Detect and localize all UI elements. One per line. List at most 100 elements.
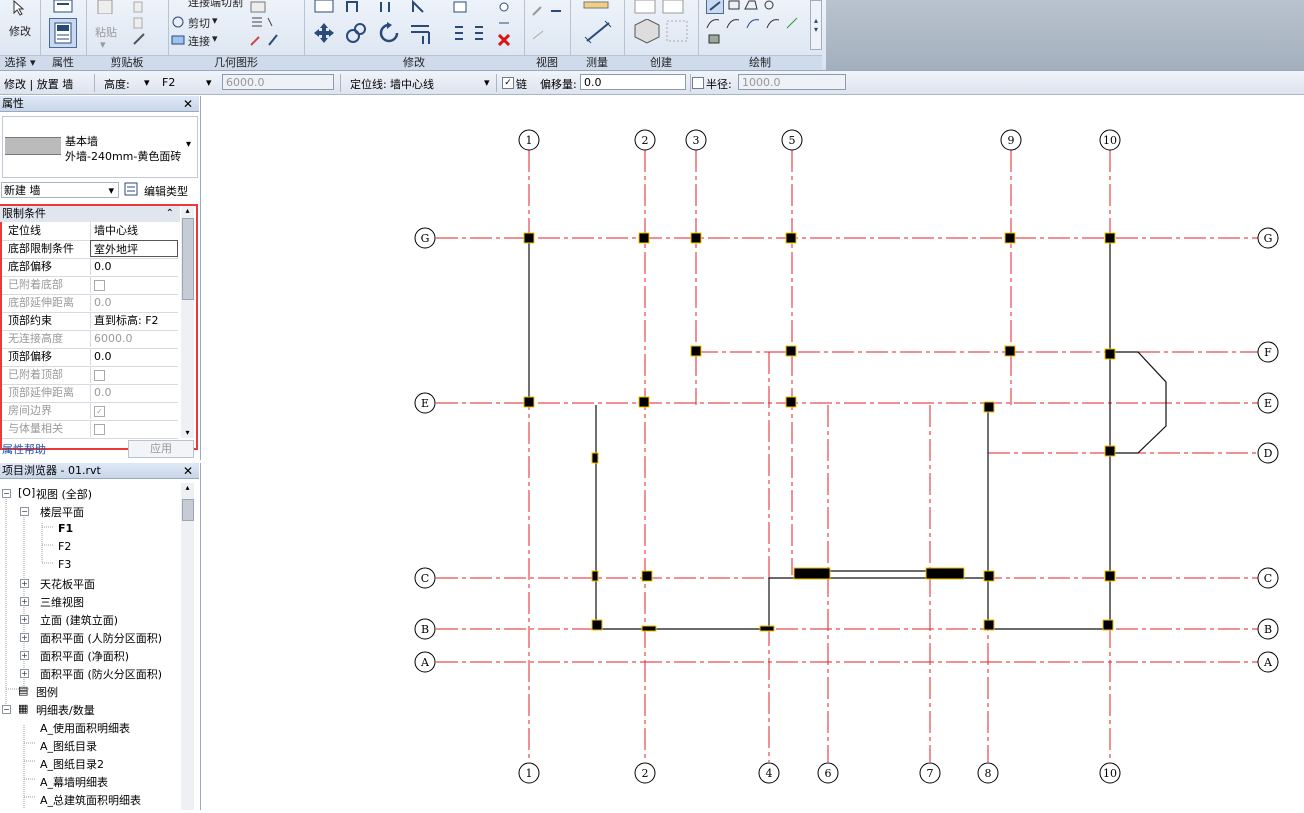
array-icon[interactable] bbox=[472, 20, 492, 46]
height-mode-dropdown-icon[interactable]: ▾ bbox=[144, 76, 150, 89]
floor-plan[interactable]: 1 2 3 5 9 10 1 2 4 6 7 8 10 G E C B A G … bbox=[202, 96, 1304, 810]
location-line-dropdown-icon[interactable]: ▾ bbox=[484, 76, 490, 89]
scroll-up-icon[interactable]: ▴ bbox=[181, 483, 194, 493]
offset-input[interactable]: 0.0 bbox=[580, 74, 686, 90]
move-icon[interactable] bbox=[312, 20, 336, 46]
prop-value[interactable]: 墙中心线 bbox=[90, 222, 178, 239]
join-dropdown-icon[interactable]: ▾ bbox=[212, 32, 218, 45]
tree-item-legends[interactable]: 图例 bbox=[36, 684, 58, 700]
copy-element-icon[interactable] bbox=[344, 20, 368, 46]
split-face-icon[interactable] bbox=[248, 14, 278, 30]
draw-arcs-icon[interactable] bbox=[704, 16, 804, 30]
measure-icon[interactable] bbox=[582, 0, 610, 10]
height-value-input[interactable]: 6000.0 bbox=[222, 74, 334, 90]
browser-scrollbar[interactable]: ▴ bbox=[181, 483, 194, 810]
tree-expander[interactable]: + bbox=[20, 579, 29, 588]
instance-filter-dropdown-icon[interactable]: ▾ bbox=[108, 183, 114, 199]
mirror-draw-icon[interactable] bbox=[408, 0, 432, 14]
scroll-thumb[interactable] bbox=[182, 218, 194, 300]
location-line-select[interactable]: 墙中心线 bbox=[390, 76, 434, 92]
columns[interactable] bbox=[523, 232, 1116, 632]
override-graphics-icon[interactable] bbox=[528, 4, 564, 18]
chain-checkbox[interactable]: ✓ bbox=[502, 77, 514, 89]
tree-item-schedules[interactable]: 明细表/数量 bbox=[36, 702, 95, 718]
scroll-down-icon[interactable]: ▾ bbox=[181, 428, 194, 438]
cut-geometry-icon[interactable] bbox=[170, 15, 186, 29]
paste-dropdown-icon[interactable]: ▾ bbox=[100, 38, 106, 51]
prop-value[interactable]: 直到标高: F2 bbox=[90, 312, 178, 329]
draw-gallery-scroll[interactable]: ▴ ▾ bbox=[810, 0, 822, 50]
split-element-icon[interactable] bbox=[452, 20, 472, 46]
tree-expander[interactable]: + bbox=[20, 615, 29, 624]
create-parts-icon[interactable] bbox=[632, 18, 662, 46]
properties-scrollbar[interactable]: ▴ ▾ bbox=[181, 206, 194, 438]
prop-value[interactable]: 0.0 bbox=[90, 258, 178, 275]
tree-expander[interactable]: − bbox=[20, 507, 29, 516]
tree-expander[interactable]: + bbox=[20, 669, 29, 678]
prop-value-editing[interactable]: 室外地坪 bbox=[90, 240, 178, 257]
tree-item-schedule[interactable]: A_幕墙明细表 bbox=[40, 774, 108, 790]
radius-checkbox[interactable] bbox=[692, 77, 704, 89]
scroll-thumb[interactable] bbox=[182, 499, 194, 521]
paste-icon[interactable] bbox=[94, 0, 116, 14]
cope-button[interactable]: 连接端切割 bbox=[188, 0, 243, 10]
cut-button[interactable]: 剪切 bbox=[188, 15, 210, 31]
walls[interactable] bbox=[528, 238, 1167, 630]
edit-type-button[interactable]: 编辑类型 bbox=[144, 183, 188, 199]
collapse-icon[interactable]: ⌃ bbox=[166, 206, 174, 222]
pin-icon[interactable] bbox=[494, 0, 514, 14]
prop-value[interactable]: 0.0 bbox=[90, 348, 178, 365]
draw-line-icon[interactable] bbox=[706, 0, 724, 14]
tree-item-schedule[interactable]: A_总建筑面积明细表 bbox=[40, 792, 141, 808]
tree-item-schedule[interactable]: A_图纸目录 bbox=[40, 738, 97, 754]
modify-button-label[interactable]: 修改 bbox=[9, 23, 31, 39]
tree-item-f3[interactable]: F3 bbox=[58, 558, 71, 571]
apply-button[interactable]: 应用 bbox=[128, 440, 194, 458]
close-icon[interactable]: ✕ bbox=[183, 96, 193, 112]
tree-item-area-plans-fire[interactable]: 面积平面 (防火分区面积) bbox=[40, 666, 162, 682]
match-type-icon[interactable] bbox=[132, 32, 146, 46]
type-selector[interactable]: 基本墙 外墙-240mm-黄色面砖 ▾ bbox=[2, 116, 198, 178]
draw-shapes-icon[interactable] bbox=[726, 0, 796, 12]
unpin-icon[interactable] bbox=[494, 16, 514, 30]
hide-element-icon[interactable] bbox=[528, 28, 548, 42]
align-icon[interactable] bbox=[312, 0, 336, 14]
tree-item-3d-views[interactable]: 三维视图 bbox=[40, 594, 84, 610]
level-select[interactable]: F2 bbox=[162, 76, 175, 89]
close-icon[interactable]: ✕ bbox=[183, 463, 193, 479]
copy-icon[interactable] bbox=[132, 0, 146, 14]
tree-item-schedule[interactable]: A_使用面积明细表 bbox=[40, 720, 130, 736]
drawing-canvas[interactable]: 1 2 3 5 9 10 1 2 4 6 7 8 10 G E C B A G … bbox=[202, 96, 1304, 810]
prop-row[interactable]: 定位线 墙中心线 bbox=[2, 222, 178, 241]
paint-icon[interactable] bbox=[248, 32, 284, 48]
cut-icon[interactable] bbox=[132, 16, 146, 30]
tree-expander[interactable]: + bbox=[20, 651, 29, 660]
properties-help-link[interactable]: 属性帮助 bbox=[2, 441, 46, 457]
tree-item-views[interactable]: 视图 (全部) bbox=[36, 486, 92, 502]
cursor-icon[interactable] bbox=[8, 0, 30, 16]
tree-item-area-plans-civil[interactable]: 面积平面 (人防分区面积) bbox=[40, 630, 162, 646]
tree-expander[interactable]: + bbox=[20, 633, 29, 642]
grid-bubbles-left[interactable] bbox=[414, 227, 436, 673]
instance-filter-select[interactable]: 新建 墙 ▾ bbox=[1, 182, 119, 198]
pick-lines-icon[interactable] bbox=[706, 32, 724, 46]
tree-item-ceiling-plans[interactable]: 天花板平面 bbox=[40, 576, 95, 592]
grid-bubbles-top[interactable] bbox=[518, 129, 1121, 151]
prop-row[interactable]: 底部限制条件 室外地坪 bbox=[2, 240, 178, 259]
cut-dropdown-icon[interactable]: ▾ bbox=[212, 14, 218, 27]
create-group-icon[interactable] bbox=[664, 18, 690, 46]
split-icon[interactable] bbox=[452, 0, 468, 14]
radius-input[interactable]: 1000.0 bbox=[738, 74, 846, 90]
dimension-icon[interactable] bbox=[582, 18, 616, 46]
tree-item-area-plans-net[interactable]: 面积平面 (净面积) bbox=[40, 648, 129, 664]
scroll-up-icon[interactable]: ▴ bbox=[181, 206, 194, 216]
wall-join-icon[interactable] bbox=[248, 0, 268, 14]
type-dropdown-icon[interactable]: ▾ bbox=[186, 139, 191, 150]
join-geometry-icon[interactable] bbox=[170, 33, 186, 47]
select-group-label[interactable]: 选择 ▾ bbox=[0, 55, 40, 70]
type-properties-icon[interactable] bbox=[51, 0, 75, 14]
level-dropdown-icon[interactable]: ▾ bbox=[206, 76, 212, 89]
tree-expander[interactable]: + bbox=[20, 597, 29, 606]
height-mode-select[interactable]: 高度: bbox=[104, 76, 130, 92]
tree-item-floor-plans[interactable]: 楼层平面 bbox=[40, 504, 84, 520]
